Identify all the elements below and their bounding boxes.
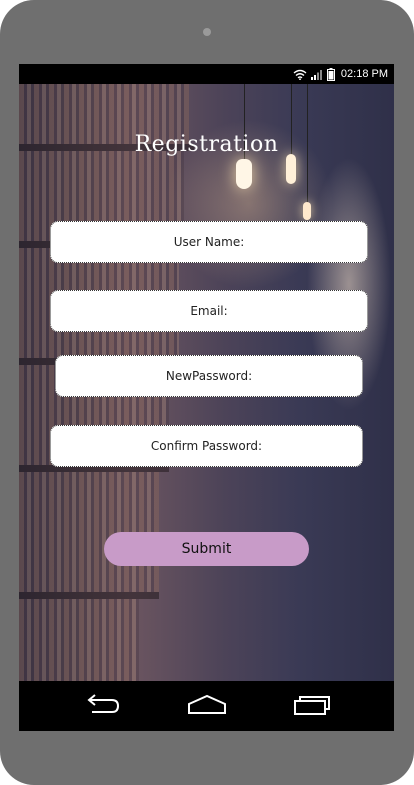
phone-screen: 02:18 PM Registration User Name: Email: … xyxy=(19,64,394,731)
recent-apps-icon[interactable] xyxy=(292,693,332,717)
battery-icon xyxy=(326,67,335,81)
signal-icon xyxy=(310,69,322,80)
navigation-bar xyxy=(19,681,394,731)
confirm-password-field[interactable]: Confirm Password: xyxy=(50,425,363,467)
status-time: 02:18 PM xyxy=(340,68,388,80)
background-library-image: Registration User Name: Email: NewPasswo… xyxy=(19,84,394,681)
submit-button[interactable]: Submit xyxy=(104,532,309,566)
bookshelf-decor xyxy=(19,599,139,681)
shelf-decor xyxy=(19,592,159,599)
status-bar: 02:18 PM xyxy=(19,64,394,84)
lamp-decor xyxy=(286,154,296,184)
email-field[interactable]: Email: xyxy=(50,290,368,332)
back-icon[interactable] xyxy=(82,693,122,717)
device-frame: 02:18 PM Registration User Name: Email: … xyxy=(0,0,414,785)
camera-dot xyxy=(203,28,211,36)
home-icon[interactable] xyxy=(186,693,228,717)
lamp-decor xyxy=(236,159,252,189)
page-title: Registration xyxy=(134,132,279,157)
lamp-decor xyxy=(303,202,311,220)
status-icons: 02:18 PM xyxy=(293,64,388,84)
new-password-field[interactable]: NewPassword: xyxy=(55,355,363,397)
wifi-icon xyxy=(293,69,307,80)
username-field[interactable]: User Name: xyxy=(50,221,368,263)
